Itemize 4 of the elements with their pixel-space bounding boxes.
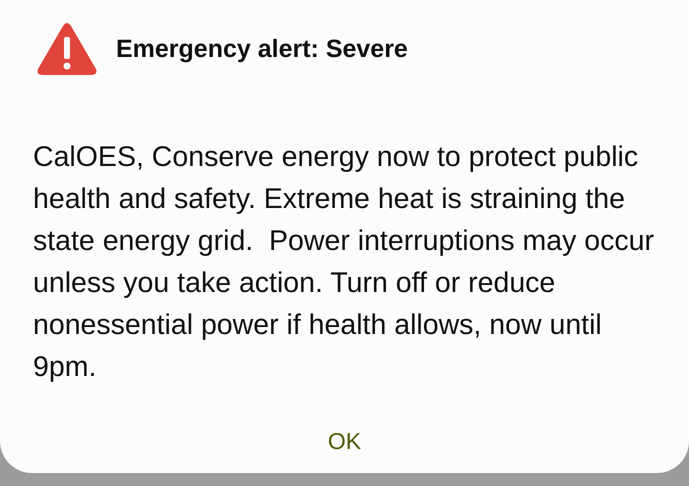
ok-button[interactable]: OK — [316, 424, 374, 459]
dialog-title: Emergency alert: Severe — [116, 34, 408, 64]
alert-message: CalOES, Conserve energy now to protect public health and safety. Extreme heat is straining the state energy grid. Power interruptions may occur unless you take action. Turn off or reduce nonessential power if health allows, now until 9pm. — [33, 140, 655, 385]
warning-icon — [36, 22, 98, 76]
